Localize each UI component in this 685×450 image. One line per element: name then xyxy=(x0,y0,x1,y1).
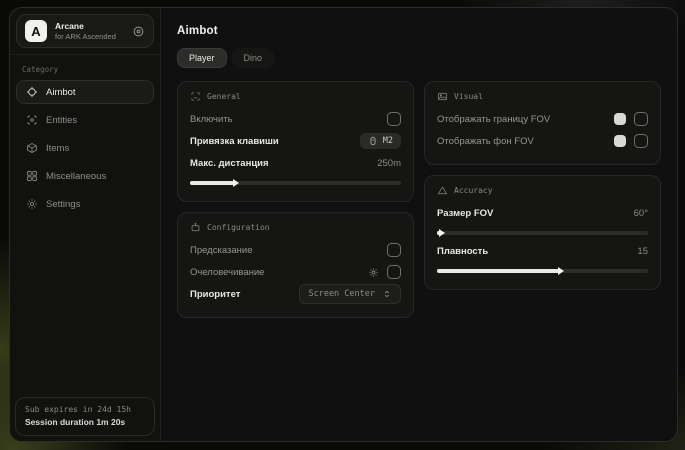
slider-fill xyxy=(437,269,559,273)
tab-dino[interactable]: Dino xyxy=(232,48,275,68)
gear-icon xyxy=(26,198,38,210)
priority-label: Приоритет xyxy=(190,289,240,300)
sidebar-item-entities[interactable]: Entities xyxy=(16,108,154,132)
card-title: Configuration xyxy=(207,223,270,232)
mouse-icon xyxy=(368,136,378,146)
fov-size-row: Размер FOV 60° xyxy=(437,202,648,224)
prediction-checkbox[interactable] xyxy=(387,243,401,257)
prediction-row: Предсказание xyxy=(190,239,401,261)
smoothness-value: 15 xyxy=(637,246,648,257)
fov-border-color-swatch[interactable] xyxy=(614,113,626,125)
accuracy-card: Accuracy Размер FOV 60° Плавность 15 xyxy=(424,175,661,290)
keybind-row: Привязка клавиши M2 xyxy=(190,130,401,152)
page-title: Aimbot xyxy=(177,25,661,37)
fov-bg-checkbox[interactable] xyxy=(634,134,648,148)
chevrons-up-down-icon xyxy=(382,289,392,299)
grid-icon xyxy=(26,170,38,182)
app-subtitle: for ARK Ascended xyxy=(55,32,124,41)
app-logo: A xyxy=(25,20,47,42)
humanization-label: Очеловечивание xyxy=(190,267,264,278)
fov-bg-label: Отображать фон FOV xyxy=(437,136,534,147)
max-distance-label: Макс. дистанция xyxy=(190,158,269,169)
main-content: Aimbot Player Dino General xyxy=(161,8,677,441)
session-duration-text: Session duration 1m 20s xyxy=(25,417,145,427)
humanization-settings-icon[interactable] xyxy=(368,267,379,278)
general-card: General Включить Привязка клавиши xyxy=(177,81,414,202)
category-label: Category xyxy=(10,55,160,80)
smoothness-slider[interactable] xyxy=(437,269,648,273)
sidebar-item-label: Miscellaneous xyxy=(46,171,106,182)
enable-label: Включить xyxy=(190,114,233,125)
scan-face-icon xyxy=(190,91,201,102)
enable-checkbox[interactable] xyxy=(387,112,401,126)
sidebar-item-label: Aimbot xyxy=(46,87,76,98)
keybind-button[interactable]: M2 xyxy=(360,133,401,149)
prediction-label: Предсказание xyxy=(190,245,253,256)
slider-fill xyxy=(190,181,234,185)
humanization-checkbox[interactable] xyxy=(387,265,401,279)
app-name: Arcane xyxy=(55,21,124,31)
fov-bg-color-swatch[interactable] xyxy=(614,135,626,147)
box-icon xyxy=(26,142,38,154)
scan-icon xyxy=(26,114,38,126)
sidebar-item-items[interactable]: Items xyxy=(16,136,154,160)
sidebar-item-label: Items xyxy=(46,143,69,154)
fov-size-value: 60° xyxy=(634,208,648,219)
enable-row: Включить xyxy=(190,108,401,130)
max-distance-slider[interactable] xyxy=(190,181,401,185)
fov-border-label: Отображать границу FOV xyxy=(437,114,550,125)
sidebar-item-settings[interactable]: Settings xyxy=(16,192,154,216)
priority-value: Screen Center xyxy=(308,289,375,299)
sidebar-nav: Aimbot Entities Items xyxy=(10,80,160,220)
smoothness-row: Плавность 15 xyxy=(437,240,648,262)
sidebar-item-aimbot[interactable]: Aimbot xyxy=(16,80,154,104)
max-distance-value: 250m xyxy=(377,158,401,169)
priority-select[interactable]: Screen Center xyxy=(299,284,401,304)
fov-size-label: Размер FOV xyxy=(437,208,493,219)
visual-card: Visual Отображать границу FOV Отображать… xyxy=(424,81,661,165)
priority-row: Приоритет Screen Center xyxy=(190,283,401,305)
sidebar-item-miscellaneous[interactable]: Miscellaneous xyxy=(16,164,154,188)
card-title: Accuracy xyxy=(454,186,493,195)
sidebar-item-label: Entities xyxy=(46,115,77,126)
card-title: Visual xyxy=(454,92,483,101)
app-window: A Arcane for ARK Ascended Category xyxy=(9,7,678,442)
sub-expires-text: Sub expires in 24d 15h xyxy=(25,405,145,414)
slider-fill xyxy=(437,231,440,235)
crosshair-icon xyxy=(26,86,38,98)
brand-section: A Arcane for ARK Ascended xyxy=(10,8,160,55)
card-title: General xyxy=(207,92,241,101)
max-distance-row: Макс. дистанция 250m xyxy=(190,152,401,174)
triangle-icon xyxy=(437,185,448,196)
sidebar-item-label: Settings xyxy=(46,199,80,210)
image-icon xyxy=(437,91,448,102)
brand-text: Arcane for ARK Ascended xyxy=(55,21,124,41)
session-info-card: Sub expires in 24d 15h Session duration … xyxy=(15,397,155,436)
fov-border-row: Отображать границу FOV xyxy=(437,108,648,130)
configuration-card: Configuration Предсказание Очеловечивани… xyxy=(177,212,414,318)
fov-size-slider[interactable] xyxy=(437,231,648,235)
brand-card: A Arcane for ARK Ascended xyxy=(16,14,154,48)
keybind-label: Привязка клавиши xyxy=(190,136,279,147)
keybind-value: M2 xyxy=(383,136,393,146)
sidebar: A Arcane for ARK Ascended Category xyxy=(10,8,161,441)
target-icon[interactable] xyxy=(132,25,145,38)
fov-border-checkbox[interactable] xyxy=(634,112,648,126)
tab-bar: Player Dino xyxy=(177,48,661,68)
humanization-row: Очеловечивание xyxy=(190,261,401,283)
fov-bg-row: Отображать фон FOV xyxy=(437,130,648,152)
bot-icon xyxy=(190,222,201,233)
tab-player[interactable]: Player xyxy=(177,48,227,68)
smoothness-label: Плавность xyxy=(437,246,488,257)
